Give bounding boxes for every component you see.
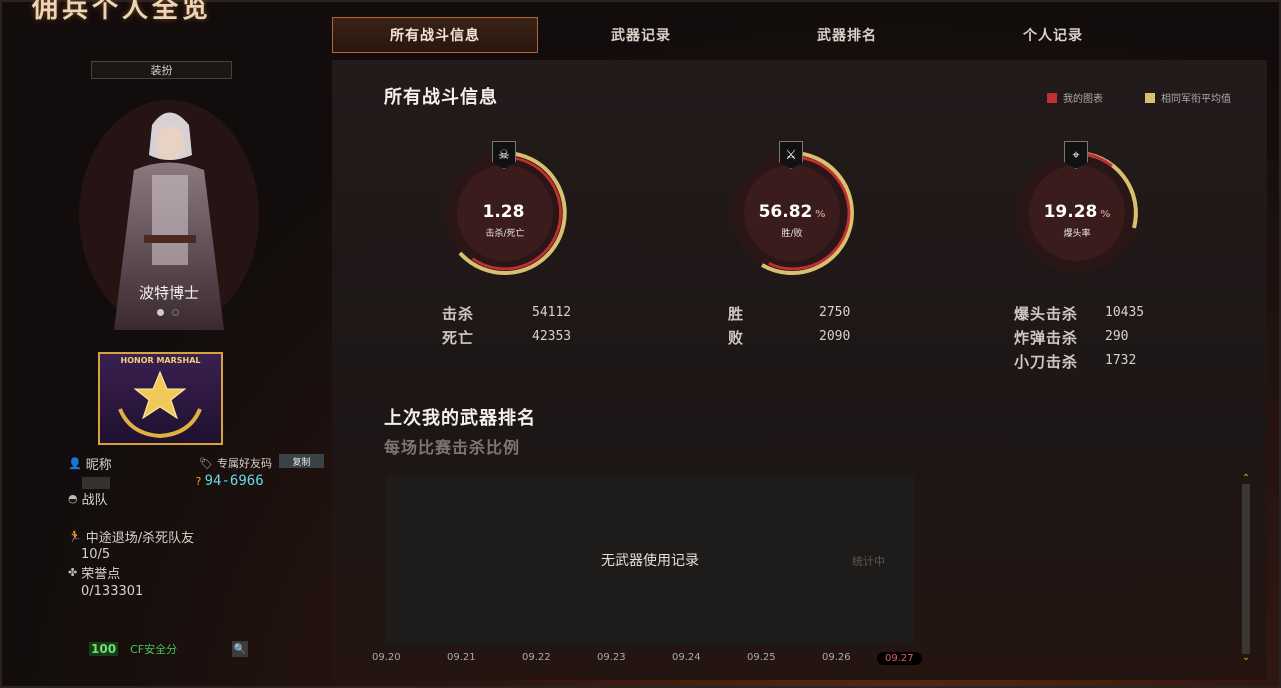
- counting-label: 统计中: [852, 555, 885, 568]
- safety-score: 100: [89, 642, 119, 656]
- win-rate-value: 56.82%: [758, 202, 826, 222]
- tab-personal-records[interactable]: 个人记录: [950, 17, 1156, 53]
- headshot-kills-label: 爆头击杀: [1014, 305, 1079, 323]
- legend-mine: 我的图表: [1047, 90, 1103, 105]
- headshot-rate-value: 19.28%: [1043, 202, 1111, 222]
- kd-label: 击杀/死亡: [485, 229, 525, 239]
- headshot-rate-label: 爆头率: [1063, 229, 1091, 239]
- kd-value: 1.28: [482, 202, 525, 222]
- date-label[interactable]: 09.21: [447, 652, 476, 663]
- grenade-kills-label: 炸弹击杀: [1014, 329, 1079, 347]
- weapon-rank-title: 上次我的武器排名: [384, 408, 536, 429]
- date-label[interactable]: 09.26: [822, 652, 851, 663]
- legend-avg-swatch: [1145, 92, 1155, 103]
- scrollbar[interactable]: [1242, 484, 1250, 654]
- tag-icon: 🏷: [199, 456, 213, 470]
- kills-label: 击杀: [442, 305, 475, 323]
- safety-label: CF安全分: [130, 643, 178, 656]
- page-title: 佣兵个人全览: [32, 0, 213, 24]
- carousel-dots: [157, 309, 179, 316]
- legend-average: 相同军衔平均值: [1145, 90, 1231, 105]
- date-label-active[interactable]: 09.27: [877, 652, 922, 665]
- date-axis: 09.20 09.21 09.22 09.23 09.24 09.25 09.2…: [372, 652, 952, 668]
- wins-label: 胜: [728, 305, 745, 323]
- honor-row: ✤ 荣誉点: [68, 563, 120, 582]
- nickname-value-blurred: [82, 477, 110, 489]
- user-icon: 👤: [68, 457, 82, 470]
- quit-kill-value: 10/5: [81, 547, 111, 562]
- scroll-down-icon[interactable]: ⌄: [1239, 653, 1253, 663]
- carousel-dot[interactable]: [172, 309, 179, 316]
- legend-avg-label: 相同军衔平均值: [1161, 94, 1231, 105]
- date-label[interactable]: 09.23: [597, 652, 626, 663]
- win-rate-label: 胜/败: [781, 229, 803, 239]
- empty-message: 无武器使用记录: [601, 553, 699, 569]
- weapon-rank-subtitle: 每场比赛击杀比例: [384, 438, 521, 457]
- team-label: 战队: [81, 493, 108, 508]
- gauge-win-rate: ⚔ 56.82% 胜/败: [727, 141, 867, 288]
- character-name: 波特博士: [138, 284, 199, 302]
- tab-bar: 所有战斗信息 武器记录 武器排名 个人记录: [332, 17, 1262, 55]
- weapon-rank-chart: 无武器使用记录: [386, 475, 914, 645]
- grenade-kills-value: 290: [1105, 329, 1129, 344]
- nickname-row: 👤 昵称: [68, 454, 112, 473]
- kills-value: 54112: [532, 305, 572, 320]
- carousel-dot[interactable]: [157, 309, 164, 316]
- quit-kill-row: 🏃 中途退场/杀死队友: [68, 527, 194, 546]
- copy-button[interactable]: 复制: [279, 454, 324, 468]
- section-title: 所有战斗信息: [384, 87, 498, 108]
- knife-kills-label: 小刀击杀: [1014, 353, 1079, 371]
- rank-badge: HONOR MARSHAL: [98, 352, 223, 445]
- nickname-label: 昵称: [85, 458, 112, 473]
- legend-mine-swatch: [1047, 92, 1057, 103]
- honor-label: 荣誉点: [81, 567, 121, 582]
- tab-weapon-records[interactable]: 武器记录: [538, 17, 744, 53]
- battle-info-panel: 所有战斗信息 我的图表 相同军衔平均值 ☠ 1.28 击杀/死亡 ⚔ 56.82…: [332, 60, 1267, 680]
- wins-value: 2750: [819, 305, 851, 320]
- friend-code-row: 🏷 专属好友码: [199, 455, 272, 471]
- friend-code-label: 专属好友码: [216, 457, 272, 470]
- leaf-icon: ✤: [68, 566, 78, 579]
- quit-kill-label: 中途退场/杀死队友: [85, 531, 195, 546]
- headshot-kills-value: 10435: [1105, 305, 1145, 320]
- honor-value: 0/133301: [81, 584, 144, 599]
- losses-value: 2090: [819, 329, 851, 344]
- window-frame: 佣兵个人全览 所有战斗信息 武器记录 武器排名 个人记录 装扮 波特博士 HON…: [0, 0, 1281, 688]
- question-icon: ?: [195, 475, 202, 488]
- gauge-kd: ☠ 1.28 击杀/死亡: [440, 141, 580, 288]
- tab-all-battle-info[interactable]: 所有战斗信息: [332, 17, 538, 53]
- team-row: ◓ 战队: [68, 489, 108, 508]
- knife-kills-value: 1732: [1105, 353, 1137, 368]
- date-label[interactable]: 09.22: [522, 652, 551, 663]
- runner-icon: 🏃: [68, 530, 82, 543]
- date-label[interactable]: 09.24: [672, 652, 701, 663]
- losses-label: 败: [728, 329, 745, 347]
- friend-code[interactable]: ? 94-6966: [195, 473, 264, 489]
- deaths-label: 死亡: [442, 329, 475, 347]
- safety-score-bar: 100 CF安全分 🔍: [89, 639, 329, 659]
- mask-icon: ◓: [68, 492, 78, 505]
- dress-up-button[interactable]: 装扮: [91, 61, 232, 79]
- profile-panel: 装扮 波特博士 HONOR MARSHAL 👤 昵称 🏷 专属好友码 复制 ? …: [14, 57, 324, 677]
- legend-mine-label: 我的图表: [1063, 94, 1103, 105]
- magnifier-icon[interactable]: 🔍: [232, 641, 249, 657]
- friend-code-value: 94-6966: [204, 473, 264, 489]
- date-label[interactable]: 09.25: [747, 652, 776, 663]
- scroll-up-icon[interactable]: ⌃: [1239, 474, 1253, 484]
- deaths-value: 42353: [532, 329, 572, 344]
- gauge-headshot-rate: ⌖ 19.28% 爆头率: [1012, 141, 1152, 288]
- tab-weapon-ranking[interactable]: 武器排名: [744, 17, 950, 53]
- date-label[interactable]: 09.20: [372, 652, 401, 663]
